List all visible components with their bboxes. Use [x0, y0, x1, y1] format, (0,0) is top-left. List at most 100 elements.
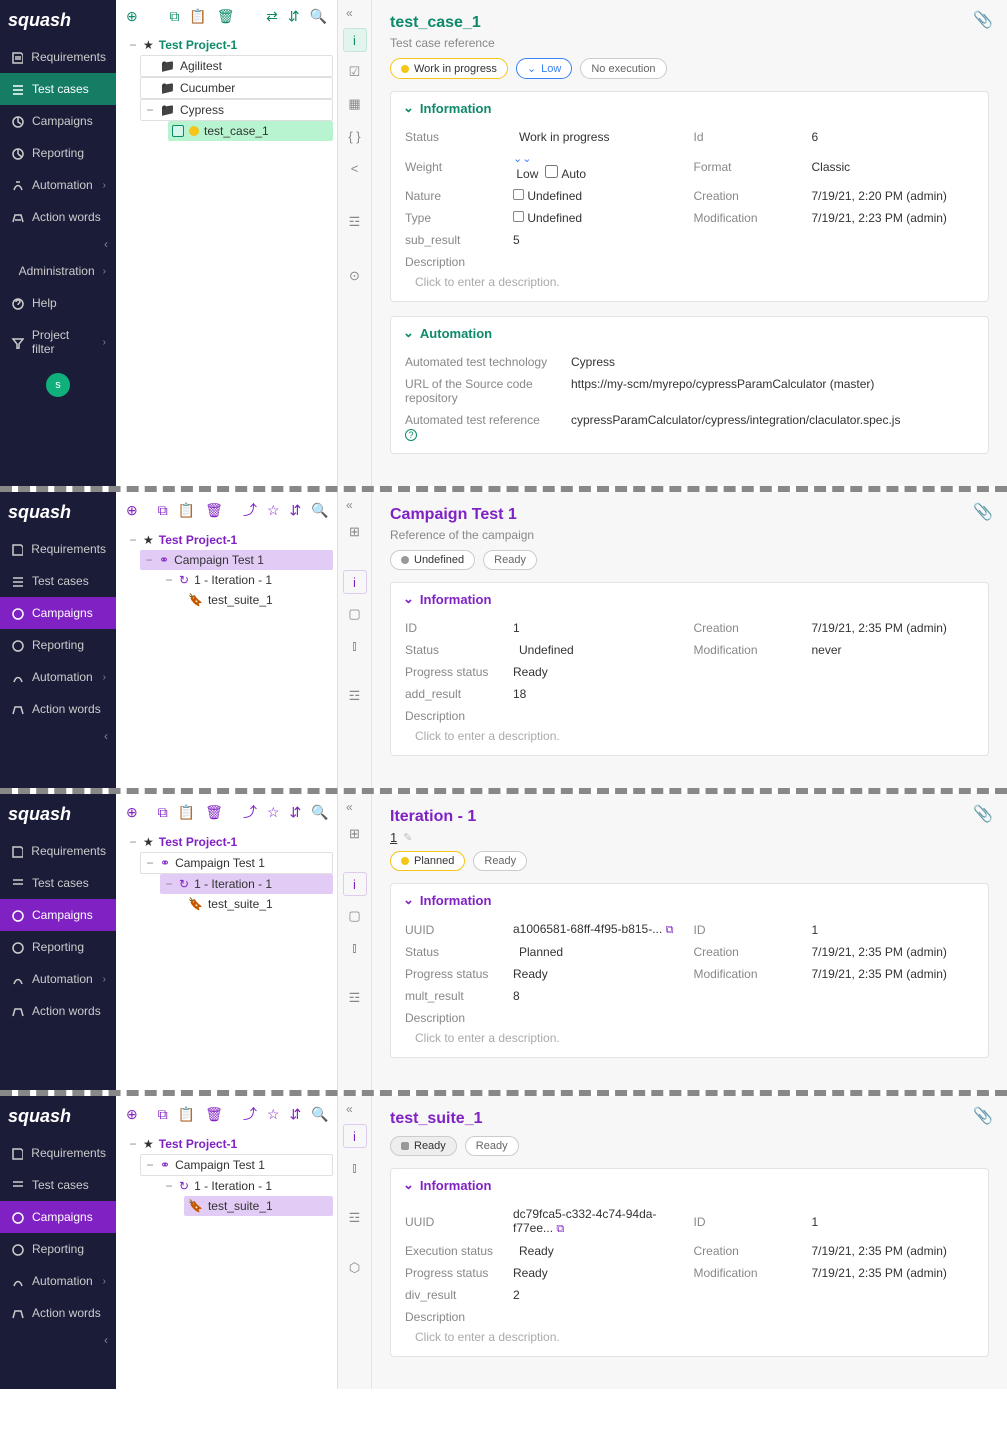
tree-project[interactable]: −Test Project-1 — [124, 832, 333, 852]
value-div-result[interactable]: 2 — [513, 1288, 676, 1302]
collapse-detail-icon[interactable]: « — [346, 498, 353, 512]
reference[interactable]: 1 — [390, 830, 397, 845]
add-icon[interactable]: ⊕ — [126, 8, 138, 25]
vtab-info[interactable]: i — [343, 872, 367, 896]
copy-icon[interactable]: ⧉ — [158, 804, 168, 821]
attachment-icon[interactable]: 📎 — [973, 1106, 993, 1126]
description-placeholder[interactable]: Click to enter a description. — [405, 1029, 974, 1045]
nav-campaigns[interactable]: Campaigns — [0, 105, 116, 137]
vtab-issues[interactable]: ☲ — [343, 210, 367, 234]
chip-weight[interactable]: ⌄Low — [516, 58, 572, 79]
paste-icon[interactable]: 📋 — [178, 502, 195, 519]
chip-status[interactable]: Undefined — [390, 550, 475, 570]
filter-icon[interactable]: ⇵ — [288, 8, 300, 25]
vtab-dashboard[interactable]: ⊞ — [343, 520, 367, 544]
nav-action-words[interactable]: Action words — [0, 693, 116, 725]
export-icon[interactable]: ⤴ — [243, 802, 257, 822]
tree-test-case[interactable]: test_case_1 — [168, 121, 333, 141]
value-status[interactable]: Work in progress — [513, 130, 676, 144]
user-avatar[interactable]: s — [46, 373, 70, 397]
nav-requirements[interactable]: Requirements — [0, 1137, 116, 1169]
help-icon[interactable]: ? — [405, 429, 417, 441]
nav-reporting[interactable]: Reporting — [0, 137, 116, 169]
nav-automation[interactable]: Automation› — [0, 963, 116, 995]
vtab-issues[interactable]: ☲ — [343, 1206, 367, 1230]
value-mult-result[interactable]: 8 — [513, 989, 676, 1003]
tree-folder[interactable]: −Cypress — [140, 99, 333, 121]
add-icon[interactable]: ⊕ — [126, 804, 138, 821]
export-icon[interactable]: ⤴ — [243, 500, 257, 520]
attachment-icon[interactable]: 📎 — [973, 502, 993, 522]
vtab-script[interactable]: { } — [343, 124, 367, 148]
delete-icon[interactable]: 🗑 — [217, 8, 235, 25]
nav-campaigns[interactable]: Campaigns — [0, 899, 116, 931]
tree-iteration[interactable]: −1 - Iteration - 1 — [160, 570, 333, 590]
vtab-share[interactable]: < — [343, 156, 367, 180]
nav-test-cases[interactable]: Test cases — [0, 1169, 116, 1201]
vtab-stats[interactable]: ⫾ — [343, 634, 367, 658]
sort-icon[interactable]: ⇵ — [290, 804, 302, 821]
sidebar-collapse[interactable]: ‹ — [0, 233, 116, 255]
favorite-icon[interactable]: ☆ — [267, 502, 280, 519]
delete-icon[interactable]: 🗑 — [205, 1106, 223, 1123]
nav-reporting[interactable]: Reporting — [0, 931, 116, 963]
favorite-icon[interactable]: ☆ — [267, 804, 280, 821]
nav-requirements[interactable]: Requirements — [0, 835, 116, 867]
vtab-calendar[interactable]: ▢ — [343, 602, 367, 626]
value-auto-tech[interactable]: Cypress — [571, 355, 974, 369]
add-icon[interactable]: ⊕ — [126, 1106, 138, 1123]
value-nature[interactable]: Undefined — [513, 189, 676, 203]
vtab-steps[interactable]: ☑ — [343, 60, 367, 84]
chip-exec-status[interactable]: Ready — [390, 1136, 457, 1156]
section-information[interactable]: ⌄Information — [391, 92, 988, 124]
copy-uuid-icon[interactable]: ⧉ — [666, 924, 674, 936]
collapse-detail-icon[interactable]: « — [346, 1102, 353, 1116]
nav-action-words[interactable]: Action words — [0, 201, 116, 233]
attachment-icon[interactable]: 📎 — [973, 10, 993, 30]
vtab-dashboard[interactable]: ⊞ — [343, 822, 367, 846]
paste-icon[interactable]: 📋 — [178, 1106, 195, 1123]
paste-icon[interactable]: 📋 — [189, 8, 206, 25]
vtab-info[interactable]: i — [343, 570, 367, 594]
tree-project[interactable]: −Test Project-1 — [124, 530, 333, 550]
nav-requirements[interactable]: Requirements — [0, 41, 116, 73]
favorite-icon[interactable]: ☆ — [267, 1106, 280, 1123]
tree-suite[interactable]: test_suite_1 — [184, 590, 333, 610]
tree-folder[interactable]: Cucumber — [140, 77, 333, 99]
nav-campaigns[interactable]: Campaigns — [0, 597, 116, 629]
swap-icon[interactable]: ⇄ — [266, 8, 278, 25]
copy-icon[interactable]: ⧉ — [158, 502, 168, 519]
vtab-stats[interactable]: ⫾ — [343, 1156, 367, 1180]
nav-project-filter[interactable]: Project filter› — [0, 319, 116, 365]
export-icon[interactable]: ⤴ — [243, 1104, 257, 1124]
vtab-info[interactable]: i — [343, 1124, 367, 1148]
nav-action-words[interactable]: Action words — [0, 1297, 116, 1329]
nav-reporting[interactable]: Reporting — [0, 1233, 116, 1265]
tree-campaign[interactable]: −⚭Campaign Test 1 — [140, 550, 333, 570]
sidebar-collapse[interactable]: ‹ — [0, 1329, 116, 1351]
vtab-stats[interactable]: ⫾ — [343, 936, 367, 960]
value-weight[interactable]: ⌄⌄ Low Auto — [513, 152, 676, 181]
add-icon[interactable]: ⊕ — [126, 502, 138, 519]
nav-help[interactable]: Help — [0, 287, 116, 319]
tree-project[interactable]: −Test Project-1 — [124, 35, 333, 55]
search-icon[interactable]: 🔍 — [310, 8, 327, 25]
description-placeholder[interactable]: Click to enter a description. — [405, 273, 974, 289]
nav-requirements[interactable]: Requirements — [0, 533, 116, 565]
nav-test-cases[interactable]: Test cases — [0, 565, 116, 597]
copy-icon[interactable]: ⧉ — [169, 8, 179, 25]
vtab-automation[interactable]: ⬡ — [343, 1256, 367, 1280]
sidebar-collapse[interactable]: ‹ — [0, 725, 116, 747]
vtab-info[interactable]: i — [343, 28, 367, 52]
section-automation[interactable]: ⌄Automation — [391, 317, 988, 349]
value-type[interactable]: Undefined — [513, 211, 676, 225]
copy-uuid-icon[interactable]: ⧉ — [556, 1223, 564, 1235]
vtab-calendar[interactable]: ▢ — [343, 904, 367, 928]
nav-reporting[interactable]: Reporting — [0, 629, 116, 661]
nav-action-words[interactable]: Action words — [0, 995, 116, 1027]
nav-automation[interactable]: Automation› — [0, 1265, 116, 1297]
nav-test-cases[interactable]: Test cases — [0, 867, 116, 899]
collapse-detail-icon[interactable]: « — [346, 6, 353, 20]
value-auto-ref[interactable]: cypressParamCalculator/cypress/integrati… — [571, 413, 974, 441]
value-status[interactable]: Planned — [513, 945, 676, 959]
